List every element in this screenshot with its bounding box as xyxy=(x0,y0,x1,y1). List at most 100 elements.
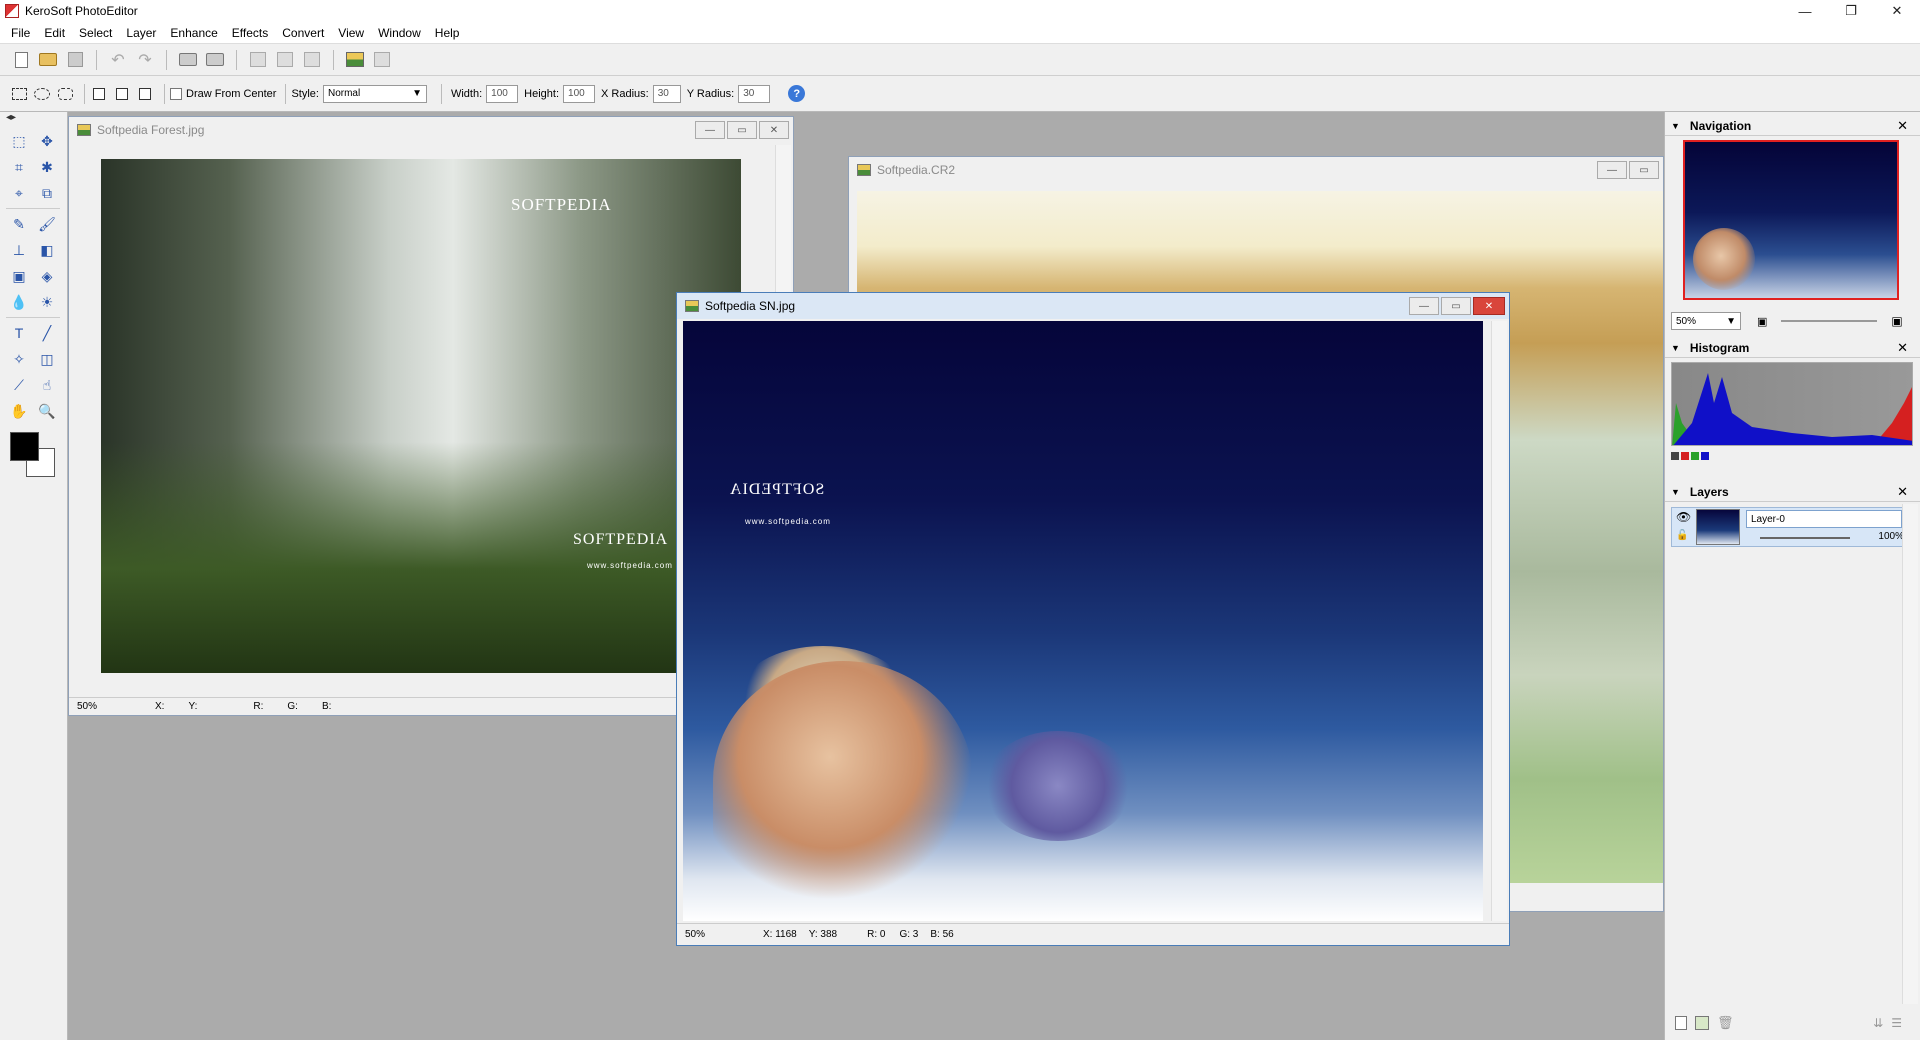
close-button[interactable]: ✕ xyxy=(1874,0,1920,22)
layer-row[interactable]: 👁 🔓 Layer-0 100% xyxy=(1671,507,1911,547)
rect-select-option[interactable] xyxy=(10,85,28,103)
open-button[interactable] xyxy=(37,49,59,71)
doc-title-bar[interactable]: Softpedia SN.jpg xyxy=(677,293,1509,319)
hand-tool[interactable]: ✋ xyxy=(6,398,32,424)
smudge-tool[interactable]: ☝ xyxy=(34,372,60,398)
dodge-tool[interactable]: ☀ xyxy=(34,289,60,315)
sn-image[interactable]: SOFTPEDIA www.softpedia.com xyxy=(683,321,1483,921)
zoom-slider[interactable] xyxy=(1781,320,1878,322)
new-button[interactable] xyxy=(10,49,32,71)
navigation-panel-header[interactable]: ▼ Navigation ✕ xyxy=(1665,116,1920,136)
doc-minimize-button[interactable]: — xyxy=(695,121,725,139)
doc-restore-button[interactable]: ▭ xyxy=(1441,297,1471,315)
doc-title-bar[interactable]: Softpedia.CR2 xyxy=(849,157,1663,183)
delete-layer-icon[interactable]: 🗑 xyxy=(1717,1015,1734,1031)
doc-restore-button[interactable]: ▭ xyxy=(727,121,757,139)
duplicate-layer-icon[interactable] xyxy=(1695,1016,1709,1030)
redo-button[interactable]: ↷ xyxy=(134,49,156,71)
menu-layer[interactable]: Layer xyxy=(119,26,163,40)
menu-enhance[interactable]: Enhance xyxy=(163,26,224,40)
new-selection-mode[interactable] xyxy=(90,85,108,103)
layers-scrollbar[interactable] xyxy=(1902,504,1918,1004)
merge-layers-icon[interactable]: ⇊ xyxy=(1873,1016,1883,1030)
lock-icon[interactable]: 🔓 xyxy=(1676,530,1688,541)
menu-view[interactable]: View xyxy=(331,26,371,40)
style-select[interactable]: Normal ▼ xyxy=(322,84,427,103)
doc-close-button[interactable]: ✕ xyxy=(759,121,789,139)
channel-blue-icon[interactable] xyxy=(1701,452,1709,460)
visibility-eye-icon[interactable]: 👁 xyxy=(1676,510,1691,524)
navigation-thumbnail[interactable] xyxy=(1683,140,1899,300)
help-icon[interactable]: ? xyxy=(788,85,806,102)
blur-tool[interactable]: 💧 xyxy=(6,289,32,315)
shape-tool[interactable]: ✧ xyxy=(6,346,32,372)
y-radius-input[interactable]: 30 xyxy=(738,84,771,103)
collapse-icon[interactable]: ▼ xyxy=(1671,121,1680,131)
subtract-selection-mode[interactable] xyxy=(136,85,154,103)
zoom-in-icon[interactable]: ▣ xyxy=(1891,314,1902,328)
collapse-icon[interactable]: ▼ xyxy=(1671,343,1680,353)
doc-minimize-button[interactable]: — xyxy=(1409,297,1439,315)
menu-convert[interactable]: Convert xyxy=(275,26,331,40)
navigation-zoom-select[interactable]: 50% ▼ xyxy=(1671,312,1741,330)
channel-red-icon[interactable] xyxy=(1681,452,1689,460)
restore-button[interactable]: ❐ xyxy=(1828,0,1874,22)
batch-button[interactable] xyxy=(371,49,393,71)
add-selection-mode[interactable] xyxy=(113,85,131,103)
eraser-tool[interactable]: ◧ xyxy=(34,237,60,263)
palette-grip-icon[interactable]: ◂▸ xyxy=(0,112,67,126)
zoom-out-icon[interactable]: ▣ xyxy=(1757,315,1767,328)
save-button[interactable] xyxy=(64,49,86,71)
doc-restore-button[interactable]: ▭ xyxy=(1629,161,1659,179)
image-button[interactable] xyxy=(344,49,366,71)
brush-tool[interactable]: 🖌 xyxy=(34,211,60,237)
resize-tool[interactable]: ⧉ xyxy=(34,180,60,206)
channel-all-icon[interactable] xyxy=(1671,452,1679,460)
collapse-icon[interactable]: ▼ xyxy=(1671,487,1680,497)
doc-minimize-button[interactable]: — xyxy=(1597,161,1627,179)
new-layer-icon[interactable] xyxy=(1675,1016,1687,1030)
crop-tool[interactable]: ⌖ xyxy=(6,180,32,206)
export-button[interactable] xyxy=(274,49,296,71)
minimize-button[interactable]: — xyxy=(1782,0,1828,22)
layer-properties-icon[interactable]: ☰ xyxy=(1891,1016,1902,1030)
menu-select[interactable]: Select xyxy=(72,26,119,40)
gradient-tool[interactable]: ▣ xyxy=(6,263,32,289)
histogram-panel-header[interactable]: ▼ Histogram ✕ xyxy=(1665,338,1920,358)
close-icon[interactable]: ✕ xyxy=(1897,340,1908,356)
print-button[interactable] xyxy=(204,49,226,71)
menu-effects[interactable]: Effects xyxy=(225,26,275,40)
scan-button[interactable] xyxy=(177,49,199,71)
stamp-tool[interactable]: ⊥ xyxy=(6,237,32,263)
menu-help[interactable]: Help xyxy=(428,26,467,40)
layers-panel-header[interactable]: ▼ Layers ✕ xyxy=(1665,482,1920,502)
height-input[interactable]: 100 xyxy=(563,84,596,103)
text-tool[interactable]: T xyxy=(6,320,32,346)
layer-name-field[interactable]: Layer-0 xyxy=(1746,510,1902,528)
draw-from-center-checkbox[interactable] xyxy=(170,87,182,100)
doc-window-sn[interactable]: Softpedia SN.jpg — ▭ ✕ SOFTPEDIA www.sof… xyxy=(676,292,1510,946)
vertical-scrollbar[interactable] xyxy=(1491,321,1507,921)
doc-close-button[interactable]: ✕ xyxy=(1473,297,1505,315)
menu-edit[interactable]: Edit xyxy=(37,26,72,40)
channel-green-icon[interactable] xyxy=(1691,452,1699,460)
paste-button[interactable] xyxy=(301,49,323,71)
import-button[interactable] xyxy=(247,49,269,71)
menu-file[interactable]: File xyxy=(4,26,37,40)
line-tool[interactable]: ╱ xyxy=(34,320,60,346)
foreground-color-swatch[interactable] xyxy=(10,432,39,461)
close-icon[interactable]: ✕ xyxy=(1897,118,1908,134)
move-tool[interactable]: ✥ xyxy=(34,128,60,154)
forest-image[interactable]: SOFTPEDIA SOFTPEDIA www.softpedia.com xyxy=(101,159,741,673)
pencil-tool[interactable]: ✎ xyxy=(6,211,32,237)
doc-title-bar[interactable]: Softpedia Forest.jpg xyxy=(69,117,793,143)
fill-tool[interactable]: ◈ xyxy=(34,263,60,289)
close-icon[interactable]: ✕ xyxy=(1897,484,1908,500)
opacity-slider[interactable] xyxy=(1760,537,1850,539)
marquee-tool[interactable]: ⬚ xyxy=(6,128,32,154)
object-tool[interactable]: ◫ xyxy=(34,346,60,372)
x-radius-input[interactable]: 30 xyxy=(652,84,681,103)
magic-wand-tool[interactable]: ✱ xyxy=(34,154,60,180)
zoom-tool[interactable]: 🔍 xyxy=(34,398,60,424)
histogram-channel-selector[interactable] xyxy=(1671,452,1709,460)
